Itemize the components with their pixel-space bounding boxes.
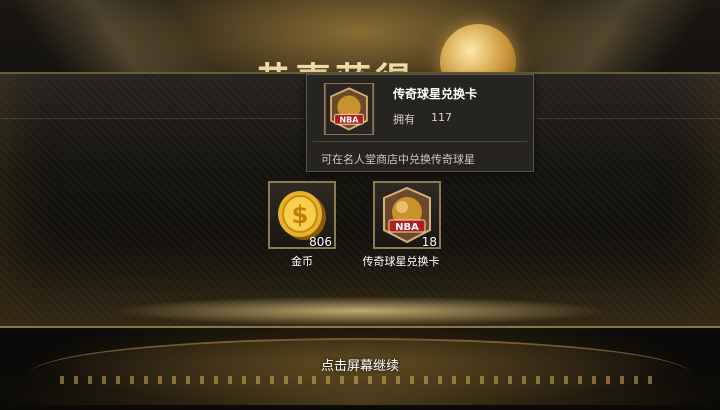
reward-item-legend-card[interactable]: NBA 18 传奇球星兑换卡 [363, 181, 441, 269]
tooltip-own-label: 拥有 [393, 113, 415, 126]
reward-quantity: 806 [309, 235, 332, 249]
reward-slot[interactable]: NBA 18 [373, 181, 441, 249]
stage-lights [60, 376, 660, 384]
tooltip-description: 可在名人堂商店中兑换传奇球星 [321, 153, 475, 166]
reward-quantity: 18 [421, 235, 437, 249]
panel-glow [110, 296, 610, 326]
reward-label: 传奇球星兑换卡 [362, 255, 440, 268]
nba-legend-card-icon: NBA [323, 83, 375, 135]
tooltip-item-name: 传奇球星兑换卡 [393, 87, 478, 101]
badge-text: NBA [395, 222, 419, 233]
stage-decoration [30, 338, 690, 410]
svg-text:$: $ [292, 201, 309, 229]
reward-item-coins[interactable]: $ 806 金币 [268, 181, 336, 269]
item-tooltip: NBA 传奇球星兑换卡 拥有 117 可在名人堂商店中兑换传奇球星 [306, 74, 534, 172]
reward-label: 金币 [291, 255, 313, 268]
tooltip-divider [313, 141, 527, 142]
tap-to-continue[interactable]: 点击屏幕继续 [0, 355, 720, 374]
tooltip-own-value: 117 [431, 111, 452, 124]
reward-slot[interactable]: $ 806 [268, 181, 336, 249]
badge-text: NBA [339, 115, 359, 124]
